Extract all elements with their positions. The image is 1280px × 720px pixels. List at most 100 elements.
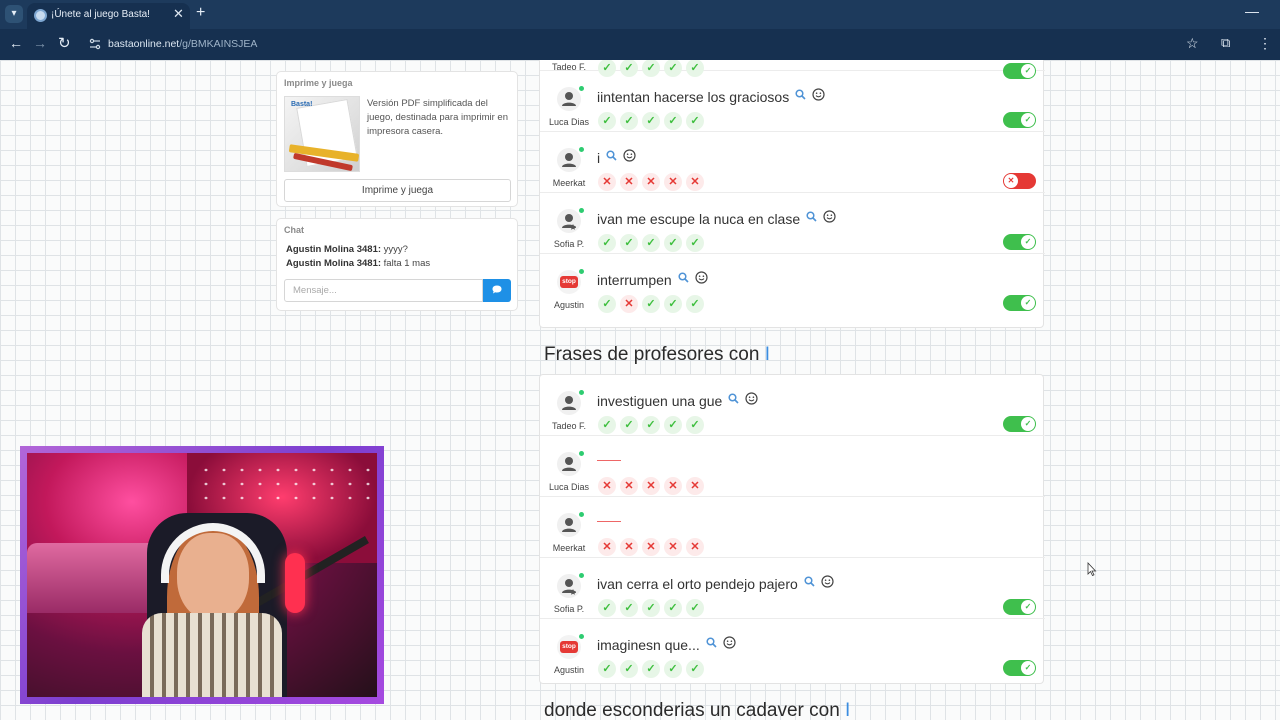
- search-icon[interactable]: [806, 211, 817, 225]
- answer-valid-toggle[interactable]: ✓: [1003, 599, 1036, 615]
- chat-send-button[interactable]: [483, 279, 511, 302]
- smiley-icon[interactable]: [723, 636, 736, 652]
- minimize-button[interactable]: —: [1245, 3, 1259, 19]
- smiley-icon[interactable]: [745, 392, 758, 408]
- search-icon[interactable]: [728, 393, 739, 407]
- answer-valid-toggle[interactable]: ✓: [1003, 416, 1036, 432]
- vote-reject-icon[interactable]: ✕: [664, 477, 682, 495]
- answer-row-partial: Tadeo F. ✓ ✓ ✓ ✓ ✓ ✓: [540, 60, 1045, 79]
- tab-close-icon[interactable]: ✕: [173, 6, 184, 22]
- bookmark-star-icon[interactable]: ☆: [1186, 35, 1199, 52]
- vote-approve-icon[interactable]: ✓: [620, 112, 638, 130]
- vote-reject-icon[interactable]: ✕: [598, 538, 616, 556]
- vote-reject-icon[interactable]: ✕: [620, 295, 638, 313]
- search-icon[interactable]: [706, 637, 717, 651]
- url-field[interactable]: bastaonline.net/g/BMKAINSJEA: [108, 38, 257, 50]
- user-avatar-icon: [557, 452, 581, 476]
- forward-arrow-icon[interactable]: →: [33, 35, 47, 51]
- smiley-icon[interactable]: [623, 149, 636, 165]
- print-thumbnail-image[interactable]: Basta!: [284, 96, 360, 172]
- vote-reject-icon[interactable]: ✕: [664, 538, 682, 556]
- chat-message-text: falta 1 mas: [381, 258, 431, 269]
- vote-approve-icon[interactable]: ✓: [664, 599, 682, 617]
- vote-reject-icon[interactable]: ✕: [664, 173, 682, 191]
- vote-approve-icon[interactable]: ✓: [664, 660, 682, 678]
- vote-approve-icon[interactable]: ✓: [686, 112, 704, 130]
- vote-approve-icon[interactable]: ✓: [664, 416, 682, 434]
- vote-approve-icon[interactable]: ✓: [620, 416, 638, 434]
- vote-approve-icon[interactable]: ✓: [642, 112, 660, 130]
- search-icon[interactable]: [606, 150, 617, 164]
- vote-approve-icon[interactable]: ✓: [686, 234, 704, 252]
- browser-menu-icon[interactable]: ⋮: [1258, 35, 1272, 52]
- vote-reject-icon[interactable]: ✕: [642, 538, 660, 556]
- vote-approve-icon[interactable]: ✓: [598, 234, 616, 252]
- chat-message-user: Agustin Molina 3481:: [286, 244, 382, 255]
- category-title-text: donde esconderias un cadaver con: [544, 700, 846, 720]
- vote-approve-icon[interactable]: ✓: [598, 599, 616, 617]
- vote-reject-icon[interactable]: ✕: [642, 173, 660, 191]
- search-icon[interactable]: [678, 272, 689, 286]
- vote-approve-icon[interactable]: ✓: [664, 295, 682, 313]
- category-title-cadaver: donde esconderias un cadaver con I: [544, 700, 850, 720]
- vote-approve-icon[interactable]: ✓: [686, 416, 704, 434]
- vote-reject-icon[interactable]: ✕: [686, 173, 704, 191]
- vote-approve-icon[interactable]: ✓: [598, 416, 616, 434]
- vote-approve-icon[interactable]: ✓: [686, 660, 704, 678]
- site-info-icon[interactable]: [89, 38, 101, 50]
- vote-approve-icon[interactable]: ✓: [598, 295, 616, 313]
- player-name: Sofia P.: [553, 604, 585, 614]
- answer-row: Luca Dias ✕ ✕ ✕ ✕ ✕: [540, 436, 1045, 497]
- vote-approve-icon[interactable]: ✓: [598, 112, 616, 130]
- print-and-play-button[interactable]: Imprime y juega: [284, 179, 511, 202]
- smiley-icon[interactable]: [821, 575, 834, 591]
- vote-approve-icon[interactable]: ✓: [664, 112, 682, 130]
- vote-approve-icon[interactable]: ✓: [620, 234, 638, 252]
- search-icon[interactable]: [804, 576, 815, 590]
- print-card-title: Imprime y juega: [284, 78, 353, 88]
- search-icon[interactable]: [795, 89, 806, 103]
- back-arrow-icon[interactable]: ←: [9, 35, 23, 51]
- vote-approve-icon[interactable]: ✓: [598, 660, 616, 678]
- vote-approve-icon[interactable]: ✓: [642, 295, 660, 313]
- vote-approve-icon[interactable]: ✓: [686, 295, 704, 313]
- smiley-icon[interactable]: [695, 271, 708, 287]
- vote-approve-icon[interactable]: ✓: [642, 234, 660, 252]
- vote-reject-icon[interactable]: ✕: [620, 173, 638, 191]
- online-status-dot: [579, 147, 584, 152]
- vote-reject-icon[interactable]: ✕: [642, 477, 660, 495]
- online-status-dot: [579, 86, 584, 91]
- vote-approve-icon[interactable]: ✓: [620, 599, 638, 617]
- vote-approve-icon[interactable]: ✓: [642, 660, 660, 678]
- active-tab[interactable]: ¡Únete al juego Basta! ✕: [27, 3, 190, 29]
- vote-reject-icon[interactable]: ✕: [686, 538, 704, 556]
- answer-text-row: interrumpen: [597, 271, 708, 288]
- tab-list-button[interactable]: ▾: [5, 5, 23, 23]
- vote-approve-icon[interactable]: ✓: [642, 599, 660, 617]
- chat-message-user: Agustin Molina 3481:: [286, 258, 382, 269]
- reload-icon[interactable]: ↻: [58, 34, 71, 52]
- vote-reject-icon[interactable]: ✕: [620, 477, 638, 495]
- vote-reject-icon[interactable]: ✕: [620, 538, 638, 556]
- vote-approve-icon[interactable]: ✓: [642, 416, 660, 434]
- smiley-icon[interactable]: [812, 88, 825, 104]
- vote-reject-icon[interactable]: ✕: [598, 477, 616, 495]
- answer-text: imaginesn que...: [597, 637, 700, 653]
- answer-valid-toggle[interactable]: ✓: [1003, 112, 1036, 128]
- answer-valid-toggle[interactable]: ✓: [1003, 660, 1036, 676]
- vote-reject-icon[interactable]: ✕: [686, 477, 704, 495]
- vote-reject-icon[interactable]: ✕: [598, 173, 616, 191]
- vote-approve-icon[interactable]: ✓: [620, 660, 638, 678]
- answer-valid-toggle[interactable]: ✕: [1003, 173, 1036, 189]
- answer-valid-toggle[interactable]: ✓: [1003, 295, 1036, 311]
- chat-message-input[interactable]: Mensaje...: [284, 279, 483, 302]
- vote-approve-icon[interactable]: ✓: [664, 234, 682, 252]
- vote-approve-icon[interactable]: ✓: [686, 599, 704, 617]
- answer-valid-toggle[interactable]: ✓: [1003, 234, 1036, 250]
- player-name: Meerkat: [552, 178, 586, 188]
- smiley-icon[interactable]: [823, 210, 836, 226]
- online-status-dot: [579, 634, 584, 639]
- extensions-icon[interactable]: ⧉: [1221, 35, 1230, 51]
- new-tab-button[interactable]: +: [196, 4, 205, 22]
- category-title-profesores: Frases de profesores con I: [544, 344, 770, 366]
